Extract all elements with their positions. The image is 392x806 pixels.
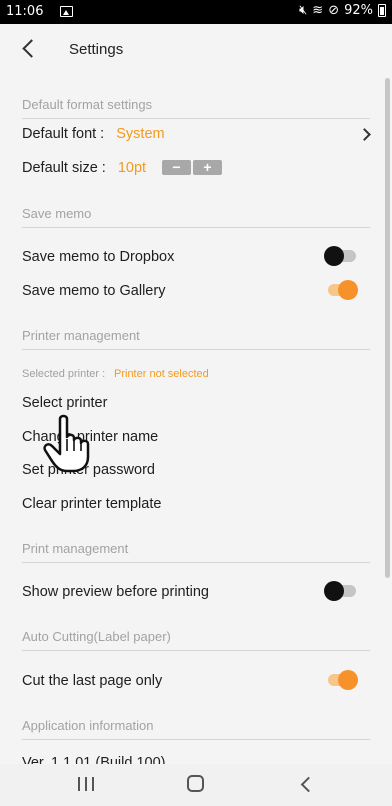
save-dropbox-toggle[interactable] bbox=[324, 246, 358, 266]
battery-icon bbox=[378, 4, 386, 17]
chevron-right-icon[interactable] bbox=[358, 126, 370, 142]
section-print-management: Print management bbox=[22, 541, 370, 563]
cut-last-page-toggle[interactable] bbox=[324, 670, 358, 690]
recent-apps-icon[interactable] bbox=[78, 777, 95, 791]
toggle-knob bbox=[338, 670, 358, 690]
section-auto-cutting: Auto Cutting(Label paper) bbox=[22, 629, 370, 651]
save-gallery-label[interactable]: Save memo to Gallery bbox=[22, 283, 370, 299]
default-font-value: System bbox=[116, 126, 165, 142]
save-gallery-toggle[interactable] bbox=[324, 280, 358, 300]
do-not-disturb-icon: ⊘ bbox=[328, 3, 340, 18]
section-default-format: Default format settings bbox=[22, 97, 370, 119]
section-printer-management: Printer management bbox=[22, 328, 370, 350]
default-font-label: Default font : bbox=[22, 126, 105, 142]
cut-last-page-label[interactable]: Cut the last page only bbox=[22, 673, 370, 689]
home-icon[interactable] bbox=[187, 775, 204, 792]
default-size-label: Default size : bbox=[22, 160, 106, 176]
version-text: Ver. 1.1.01 (Build 100) bbox=[22, 755, 166, 764]
selected-printer-label: Selected printer : bbox=[22, 368, 106, 380]
status-icons: 🔇︎ ≋ ⊘ 92% bbox=[299, 3, 386, 18]
battery-percent: 92% bbox=[344, 3, 373, 18]
system-back-icon[interactable] bbox=[299, 776, 313, 792]
default-font-row[interactable]: Default font : System bbox=[22, 126, 370, 142]
section-save-memo: Save memo bbox=[22, 206, 370, 228]
section-app-info: Application information bbox=[22, 718, 370, 740]
clear-printer-template-item[interactable]: Clear printer template bbox=[22, 496, 370, 512]
show-preview-label[interactable]: Show preview before printing bbox=[22, 584, 370, 600]
selected-printer-value: Printer not selected bbox=[114, 368, 209, 380]
app-bar: Settings bbox=[0, 24, 392, 76]
default-size-value: 10pt bbox=[117, 160, 147, 176]
save-dropbox-label[interactable]: Save memo to Dropbox bbox=[22, 249, 370, 265]
mute-icon: 🔇︎ bbox=[299, 3, 308, 18]
system-nav-bar bbox=[0, 764, 392, 806]
status-bar: 11:06 🔇︎ ≋ ⊘ 92% bbox=[0, 0, 392, 24]
gallery-icon bbox=[60, 6, 73, 17]
pointing-hand-icon bbox=[43, 414, 90, 473]
page-title: Settings bbox=[69, 41, 124, 58]
show-preview-toggle[interactable] bbox=[324, 581, 358, 601]
size-stepper: − + bbox=[162, 160, 222, 175]
increase-size-button[interactable]: + bbox=[193, 160, 222, 175]
back-arrow-icon[interactable] bbox=[18, 36, 40, 62]
scrollbar[interactable] bbox=[385, 78, 390, 578]
status-time: 11:06 bbox=[6, 4, 44, 19]
select-printer-item[interactable]: Select printer bbox=[22, 395, 370, 411]
toggle-knob bbox=[324, 246, 344, 266]
toggle-knob bbox=[338, 280, 358, 300]
toggle-knob bbox=[324, 581, 344, 601]
wifi-icon: ≋ bbox=[312, 3, 324, 18]
decrease-size-button[interactable]: − bbox=[162, 160, 191, 175]
